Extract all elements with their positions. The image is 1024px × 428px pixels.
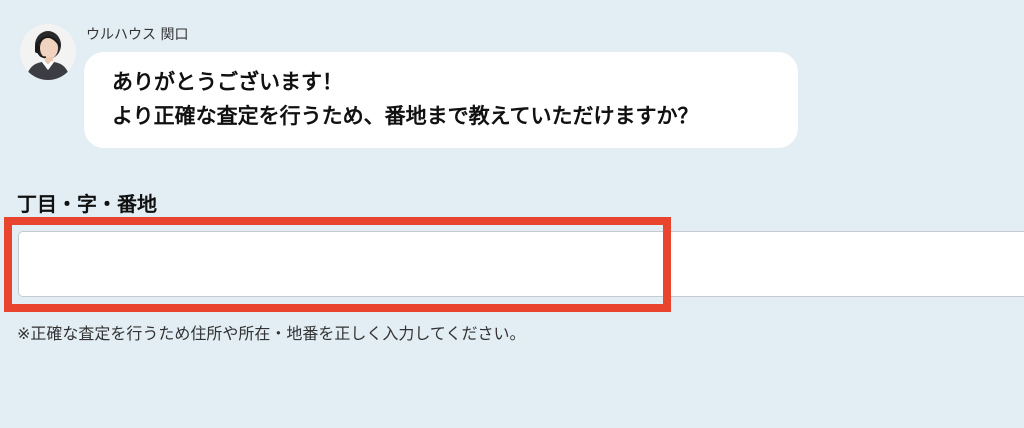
- chat-message-bubble: ありがとうございます！ より正確な査定を行うため、番地まで教えていただけますか？: [84, 52, 798, 148]
- agent-name: ウルハウス 関口: [86, 27, 189, 43]
- operator-headset-avatar-icon: [20, 24, 76, 80]
- message-line-2: より正確な査定を行うため、番地まで教えていただけますか？: [112, 104, 699, 128]
- agent-avatar: [20, 24, 76, 80]
- input-hint-text: ※正確な査定を行うため住所や所在・地番を正しく入力してください。: [17, 324, 526, 343]
- address-field-label: 丁目・字・番地: [17, 192, 157, 216]
- message-line-1: ありがとうございます！: [112, 70, 343, 94]
- address-detail-input[interactable]: [18, 231, 1024, 297]
